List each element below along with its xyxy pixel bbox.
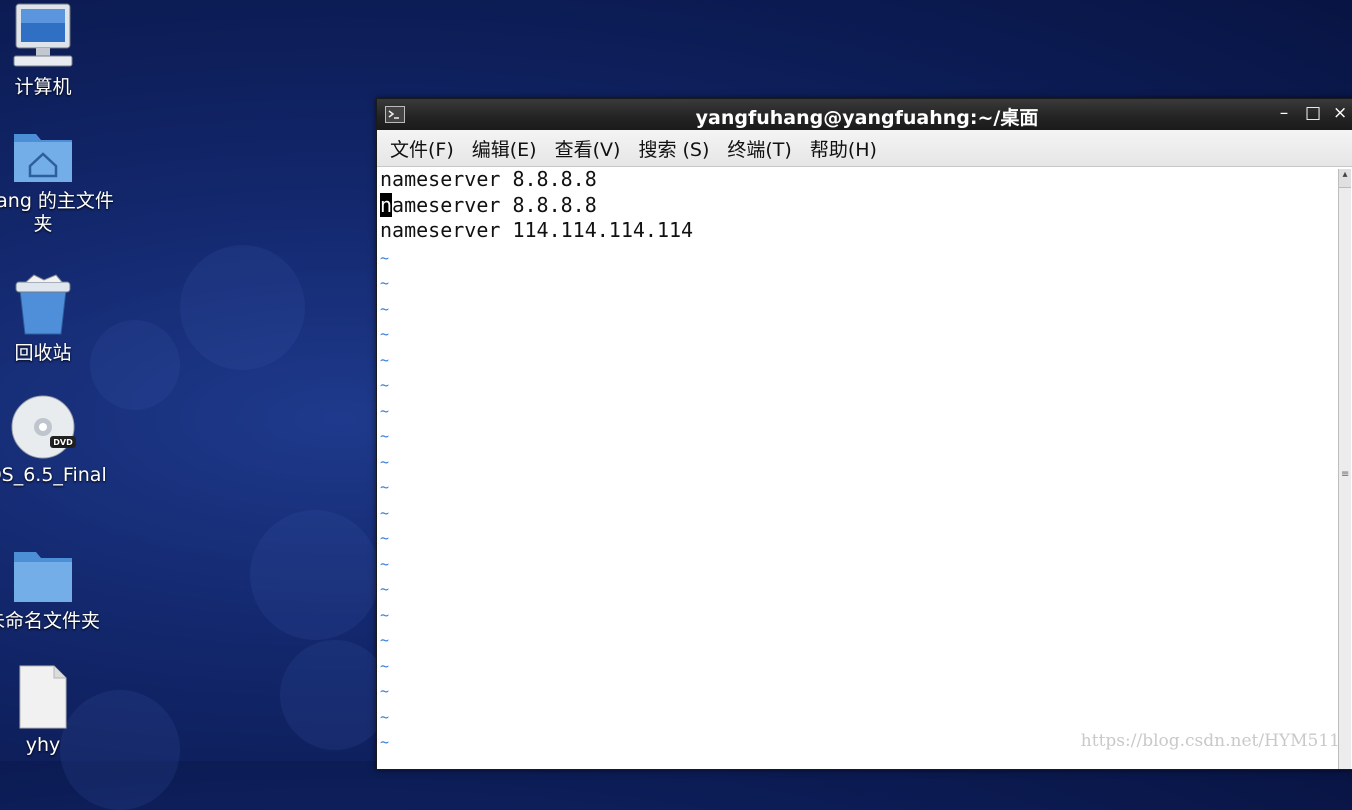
- tilde-line: ~: [380, 575, 1342, 601]
- background-bubble: [180, 245, 305, 370]
- tilde-line: ~: [380, 601, 1342, 627]
- terminal-content[interactable]: nameserver 8.8.8.8 nameserver 8.8.8.8 na…: [377, 167, 1342, 769]
- desktop-icon-file[interactable]: yhy: [0, 664, 118, 757]
- desktop-icon-trash[interactable]: 回收站: [0, 272, 118, 365]
- tilde-line: ~: [380, 524, 1342, 550]
- tilde-line: ~: [380, 473, 1342, 499]
- menu-search[interactable]: 搜索 (S): [629, 135, 718, 162]
- tilde-marker: ~: [380, 733, 390, 751]
- tilde-line: ~: [380, 269, 1342, 295]
- tilde-line: ~: [380, 295, 1342, 321]
- title-bar[interactable]: yangfuhang@yangfuahng:~/桌面 – □ ×: [377, 99, 1352, 130]
- tilde-line: ~: [380, 550, 1342, 576]
- tilde-marker: ~: [380, 529, 390, 547]
- menu-edit[interactable]: 编辑(E): [463, 135, 546, 162]
- window-controls: – □ ×: [1277, 104, 1348, 122]
- svg-text:DVD: DVD: [53, 438, 73, 447]
- tilde-marker: ~: [380, 631, 390, 649]
- desktop-icon-label: 计算机: [14, 76, 72, 98]
- tilde-marker: ~: [380, 452, 390, 471]
- desktop-icon-computer[interactable]: 计算机: [0, 2, 118, 99]
- desktop-icon-folder[interactable]: 未命名文件夹: [0, 546, 118, 633]
- desktop-icon-home-folder[interactable]: uhang 的主文件 夹: [0, 126, 118, 236]
- tilde-line: ~: [380, 448, 1342, 474]
- tilde-line: ~: [380, 652, 1342, 678]
- empty-lines: ~ ~ ~ ~ ~ ~ ~ ~ ~ ~ ~ ~ ~ ~ ~ ~ ~ ~ ~ ~: [380, 244, 1342, 754]
- tilde-marker: ~: [380, 503, 390, 522]
- scroll-up-arrow-icon[interactable]: ▴: [1339, 169, 1351, 188]
- tilde-marker: ~: [380, 656, 390, 675]
- tilde-marker: ~: [380, 427, 390, 445]
- watermark: https://blog.csdn.net/HYM511: [1080, 731, 1340, 751]
- desktop-icon-dvd[interactable]: DVD tOS_6.5_Final: [0, 394, 118, 487]
- tilde-line: ~: [380, 244, 1342, 270]
- text-cursor: n: [380, 192, 393, 217]
- folder-icon: [14, 552, 72, 602]
- background-bubble: [280, 640, 390, 750]
- menu-help[interactable]: 帮助(H): [801, 135, 886, 162]
- terminal-window[interactable]: yangfuhang@yangfuahng:~/桌面 – □ × 文件(F) 编…: [376, 98, 1352, 770]
- tilde-line: ~: [380, 371, 1342, 397]
- maximize-button[interactable]: □: [1305, 104, 1321, 122]
- text-line: nameserver 8.8.8.8: [380, 192, 1342, 219]
- tilde-line: ~: [380, 626, 1342, 652]
- text-line: nameserver 8.8.8.8: [380, 167, 597, 191]
- tilde-marker: ~: [380, 682, 390, 700]
- menu-bar: 文件(F) 编辑(E) 查看(V) 搜索 (S) 终端(T) 帮助(H): [377, 130, 1352, 167]
- tilde-line: ~: [380, 499, 1342, 525]
- desktop-icon-label: tOS_6.5_Final: [0, 464, 107, 486]
- tilde-marker: ~: [380, 274, 390, 292]
- text-line-rest: ameserver 8.8.8.8: [392, 192, 597, 217]
- menu-file[interactable]: 文件(F): [381, 135, 463, 162]
- tilde-line: ~: [380, 677, 1342, 703]
- tilde-marker: ~: [380, 401, 390, 420]
- tilde-marker: ~: [380, 248, 390, 267]
- tilde-marker: ~: [380, 350, 390, 369]
- minimize-button[interactable]: –: [1277, 104, 1291, 122]
- tilde-line: ~: [380, 346, 1342, 372]
- tilde-marker: ~: [380, 605, 390, 624]
- text-line: nameserver 114.114.114.114: [380, 218, 694, 242]
- desktop-icon-label: uhang 的主文件 夹: [0, 190, 114, 235]
- tilde-marker: ~: [380, 376, 390, 394]
- trash-icon: [15, 274, 71, 335]
- scrollbar[interactable]: ▴ ≡: [1338, 169, 1351, 769]
- background-bubble: [250, 510, 380, 640]
- desktop-icon-label: 回收站: [14, 342, 72, 364]
- tilde-marker: ~: [380, 299, 390, 318]
- tilde-line: ~: [380, 397, 1342, 423]
- tilde-line: ~: [380, 422, 1342, 448]
- computer-icon: [13, 3, 73, 67]
- menu-view[interactable]: 查看(V): [546, 135, 630, 162]
- tilde-marker: ~: [380, 707, 390, 726]
- tilde-line: ~: [380, 703, 1342, 729]
- close-button[interactable]: ×: [1333, 104, 1347, 122]
- desktop-icon-label: 未命名文件夹: [0, 610, 100, 632]
- tilde-marker: ~: [380, 325, 390, 343]
- scroll-grip-icon: ≡: [1341, 469, 1350, 480]
- home-folder-icon: [14, 134, 72, 182]
- menu-terminal[interactable]: 终端(T): [718, 135, 800, 162]
- tilde-marker: ~: [380, 554, 390, 573]
- desktop-icon-label: yhy: [25, 734, 61, 756]
- tilde-line: ~: [380, 320, 1342, 346]
- window-title: yangfuhang@yangfuahng:~/桌面: [695, 107, 1039, 129]
- tilde-marker: ~: [380, 478, 390, 496]
- file-icon: [19, 665, 67, 729]
- dvd-icon: DVD: [11, 395, 76, 459]
- tilde-marker: ~: [380, 580, 390, 598]
